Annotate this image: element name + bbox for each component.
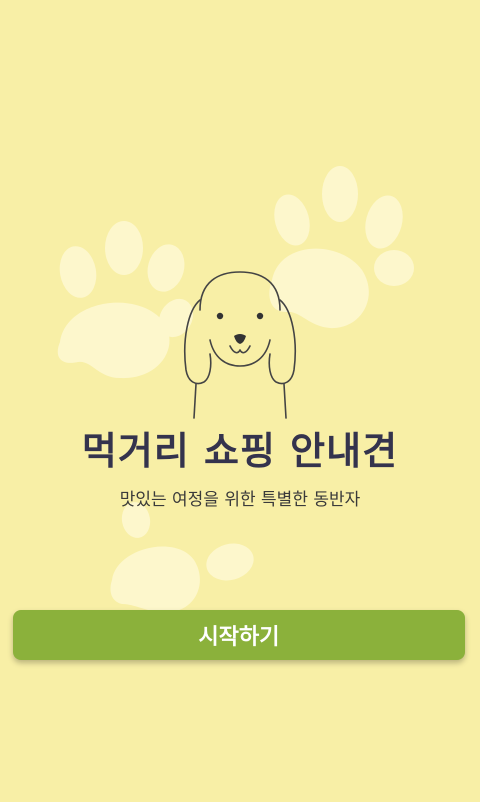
app-title: 먹거리 쇼핑 안내견 <box>81 429 399 473</box>
dog-face-icon <box>183 271 297 419</box>
app-subtitle: 맛있는 여정을 위한 특별한 동반자 <box>119 490 361 510</box>
paw-print-icon <box>110 502 254 613</box>
start-button[interactable]: 시작하기 <box>13 610 465 660</box>
